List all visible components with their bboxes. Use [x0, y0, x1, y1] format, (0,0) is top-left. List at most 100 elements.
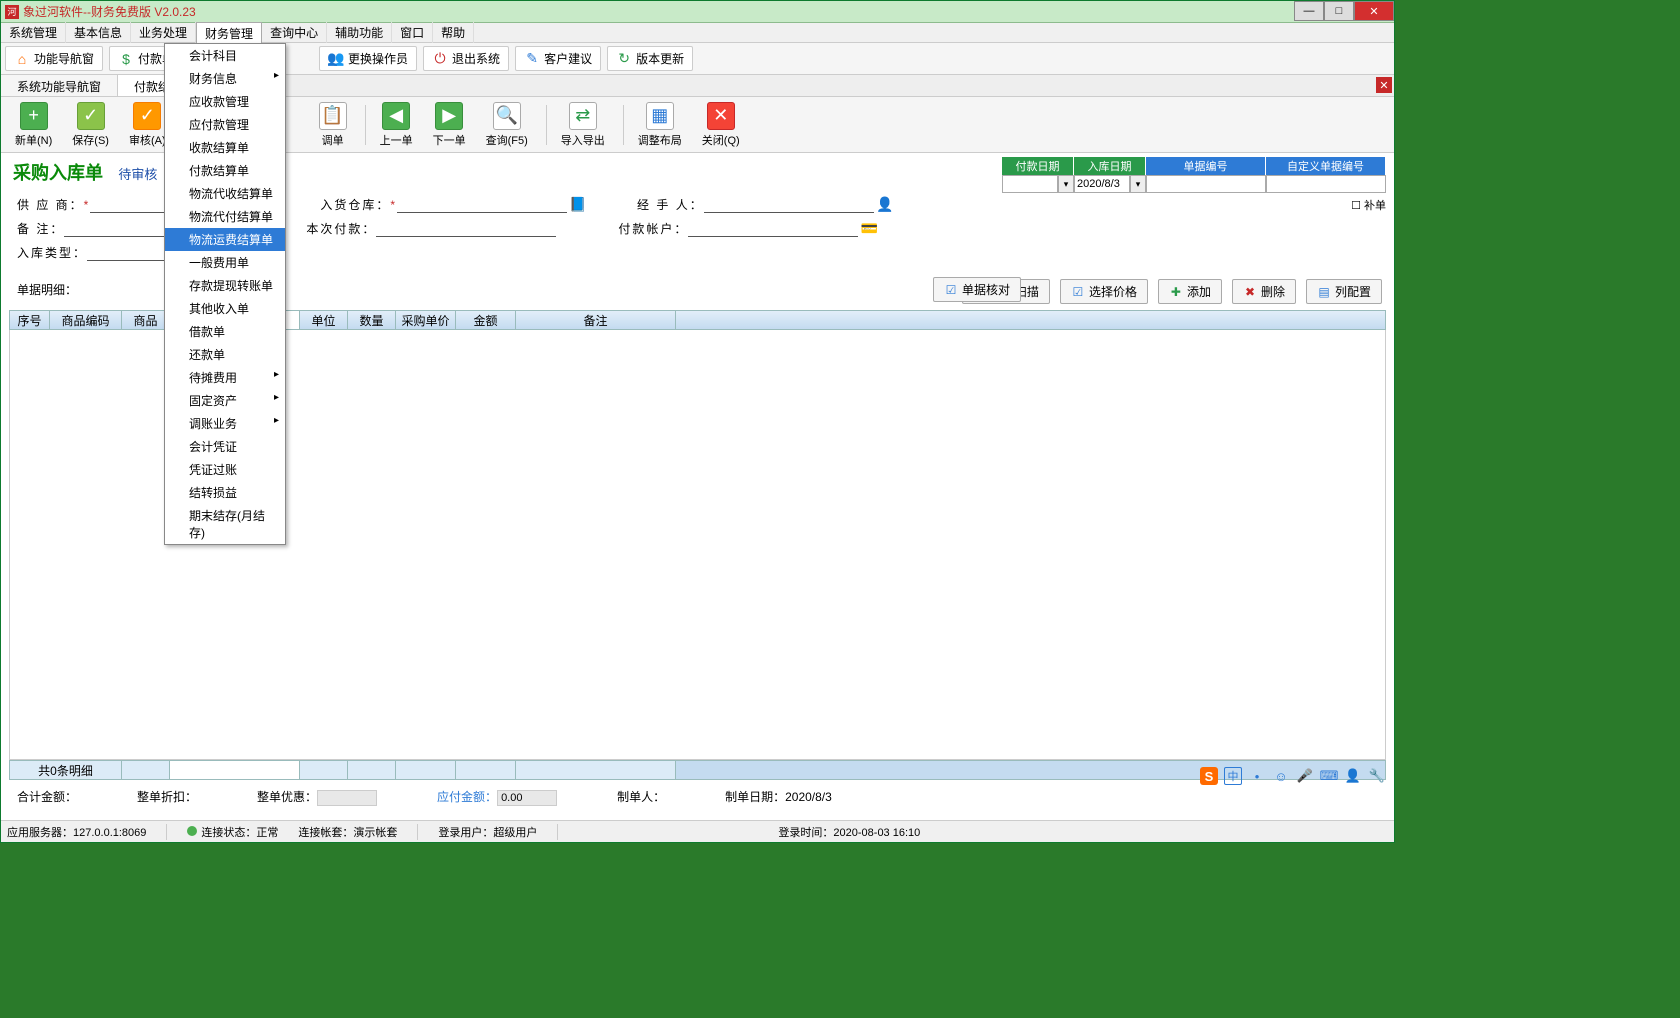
menu-item[interactable]: 会计凭证 [165, 435, 285, 458]
menu-finance[interactable]: 财务管理 [196, 22, 262, 44]
ime-emoji-icon[interactable]: ☺ [1272, 767, 1290, 785]
col-seq[interactable]: 序号 [10, 311, 50, 329]
menu-item[interactable]: 一般费用单 [165, 251, 285, 274]
menu-item[interactable]: 会计科目 [165, 44, 285, 67]
user-value: 超级用户 [493, 827, 537, 839]
menu-item[interactable]: 调账业务 [165, 412, 285, 435]
tab-close-button[interactable]: ✕ [1376, 77, 1392, 93]
menu-business[interactable]: 业务处理 [131, 22, 196, 43]
warehouse-input[interactable] [397, 195, 567, 213]
card-icon[interactable]: 💳 [860, 219, 878, 237]
menu-window[interactable]: 窗口 [392, 22, 433, 43]
col-remark[interactable]: 备注 [516, 311, 676, 329]
menu-basic[interactable]: 基本信息 [66, 22, 131, 43]
pay-input [497, 790, 557, 806]
remark-label: 备 注： [17, 220, 64, 237]
new-doc-button[interactable]: +新单(N) [7, 100, 60, 150]
pay-label: 应付金额： [437, 790, 497, 804]
docno-input[interactable] [1146, 175, 1266, 193]
exit-button[interactable]: ⏻退出系统 [423, 46, 509, 71]
search-button[interactable]: 🔍查询(F5) [478, 100, 536, 150]
col-price[interactable]: 采购单价 [396, 311, 456, 329]
conn-value: 正常 [256, 827, 278, 839]
ime-toolbar: S 中 • ☺ 🎤 ⌨ 👤 🔧 [1200, 767, 1386, 785]
indate-dd[interactable]: ▾ [1130, 175, 1146, 193]
load-doc-button[interactable]: 📋调单 [311, 100, 355, 150]
layout-button[interactable]: ▦调整布局 [630, 100, 690, 150]
ime-mic-icon[interactable]: 🎤 [1296, 767, 1314, 785]
account-input[interactable] [688, 219, 858, 237]
menu-item[interactable]: 物流运费结算单 [165, 228, 285, 251]
verify-icon: ☑ [944, 283, 958, 297]
maximize-button[interactable]: □ [1324, 1, 1354, 21]
menu-item[interactable]: 付款结算单 [165, 159, 285, 182]
menu-item[interactable]: 收款结算单 [165, 136, 285, 159]
ime-settings-icon[interactable]: 🔧 [1368, 767, 1386, 785]
paydate-input[interactable] [1002, 175, 1058, 193]
menu-item[interactable]: 固定资产 [165, 389, 285, 412]
next-button[interactable]: ▶下一单 [425, 100, 474, 150]
paydate-dd[interactable]: ▾ [1058, 175, 1074, 193]
book-icon[interactable]: 📘 [569, 195, 587, 213]
add-button[interactable]: ✚添加 [1158, 279, 1222, 304]
ime-zhong[interactable]: 中 [1224, 767, 1242, 785]
person-icon[interactable]: 👤 [876, 195, 894, 213]
menu-item[interactable]: 还款单 [165, 343, 285, 366]
ime-punct-icon[interactable]: • [1248, 767, 1266, 785]
add-icon: ✚ [1169, 285, 1183, 299]
menu-item[interactable]: 其他收入单 [165, 297, 285, 320]
minimize-button[interactable]: — [1294, 1, 1324, 21]
menu-item[interactable]: 期末结存(月结存) [165, 504, 285, 544]
ime-person-icon[interactable]: 👤 [1344, 767, 1362, 785]
plus-icon: + [20, 102, 48, 130]
pref-input[interactable] [317, 790, 377, 806]
menu-item[interactable]: 凭证过账 [165, 458, 285, 481]
hdr-indate: 入库日期 [1074, 157, 1146, 175]
menu-item[interactable]: 物流代付结算单 [165, 205, 285, 228]
columns-icon: ▤ [1317, 285, 1331, 299]
indate-input[interactable] [1074, 175, 1130, 193]
makedate-value: 2020/8/3 [785, 790, 832, 804]
nav-window-button[interactable]: ⌂功能导航窗 [5, 46, 103, 71]
menu-item[interactable]: 应付款管理 [165, 113, 285, 136]
power-icon: ⏻ [432, 51, 448, 67]
menu-item[interactable]: 结转损益 [165, 481, 285, 504]
col-qty[interactable]: 数量 [348, 311, 396, 329]
menu-item[interactable]: 待摊费用 [165, 366, 285, 389]
menu-query[interactable]: 查询中心 [262, 22, 327, 43]
col-unit[interactable]: 单位 [300, 311, 348, 329]
menu-item[interactable]: 财务信息 [165, 67, 285, 90]
switch-operator-button[interactable]: 👥更换操作员 [319, 46, 417, 71]
sogou-icon[interactable]: S [1200, 767, 1218, 785]
verify-button[interactable]: ☑单据核对 [933, 277, 1021, 302]
close-doc-button[interactable]: ✕关闭(Q) [694, 100, 748, 150]
menu-system[interactable]: 系统管理 [1, 22, 66, 43]
menu-help[interactable]: 帮助 [433, 22, 474, 43]
col-product[interactable]: 商品 [122, 311, 170, 329]
columns-button[interactable]: ▤列配置 [1306, 279, 1382, 304]
feedback-button[interactable]: ✎客户建议 [515, 46, 601, 71]
delete-button[interactable]: ✖删除 [1232, 279, 1296, 304]
tab-nav[interactable]: 系统功能导航窗 [1, 75, 118, 96]
prev-button[interactable]: ◀上一单 [372, 100, 421, 150]
save-button[interactable]: ✓保存(S) [64, 100, 117, 150]
supplement-checkbox[interactable]: ☐ 补单 [1351, 197, 1386, 213]
price-icon: ☑ [1071, 285, 1085, 299]
import-export-button[interactable]: ⇄导入导出 [553, 100, 613, 150]
menu-item[interactable]: 借款单 [165, 320, 285, 343]
update-button[interactable]: ↻版本更新 [607, 46, 693, 71]
menu-item[interactable]: 存款提现转账单 [165, 274, 285, 297]
menu-aux[interactable]: 辅助功能 [327, 22, 392, 43]
custno-input[interactable] [1266, 175, 1386, 193]
close-button[interactable]: ✕ [1354, 1, 1394, 21]
handler-input[interactable] [704, 195, 874, 213]
col-code[interactable]: 商品编码 [50, 311, 122, 329]
detail-label: 单据明细： [17, 281, 77, 298]
account-set: 连接帐套：演示帐套 [298, 824, 397, 840]
menu-item[interactable]: 物流代收结算单 [165, 182, 285, 205]
thispay-input[interactable] [376, 219, 556, 237]
menu-item[interactable]: 应收款管理 [165, 90, 285, 113]
price-button[interactable]: ☑选择价格 [1060, 279, 1148, 304]
ime-keyboard-icon[interactable]: ⌨ [1320, 767, 1338, 785]
col-amount[interactable]: 金额 [456, 311, 516, 329]
